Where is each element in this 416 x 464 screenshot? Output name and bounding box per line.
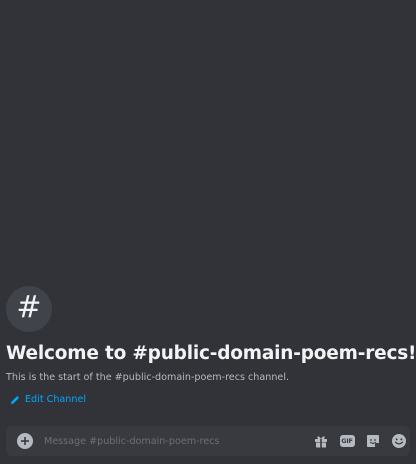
message-input[interactable] <box>44 430 313 452</box>
add-attachment-button[interactable] <box>17 433 33 449</box>
gift-button[interactable] <box>313 433 329 449</box>
sticker-icon <box>367 435 379 447</box>
sticker-button[interactable] <box>365 433 381 449</box>
emoji-icon <box>392 434 406 448</box>
gif-button[interactable]: GIF <box>339 433 355 449</box>
edit-channel-link[interactable]: Edit Channel <box>10 393 86 406</box>
composer-actions: GIF <box>313 433 407 449</box>
pencil-icon <box>10 395 20 404</box>
channel-welcome: # Welcome to #public-domain-poem-recs! T… <box>6 286 416 409</box>
welcome-subtitle: This is the start of the #public-domain-… <box>6 372 290 383</box>
channel-hash-icon: # <box>6 286 52 332</box>
gift-icon <box>315 436 327 448</box>
edit-channel-label: Edit Channel <box>25 394 87 405</box>
hash-symbol: # <box>16 290 42 325</box>
gif-icon: GIF <box>339 435 355 447</box>
emoji-button[interactable] <box>391 433 407 449</box>
plus-icon <box>21 437 29 445</box>
welcome-title: Welcome to #public-domain-poem-recs! <box>6 343 416 364</box>
message-composer: GIF <box>6 426 410 456</box>
